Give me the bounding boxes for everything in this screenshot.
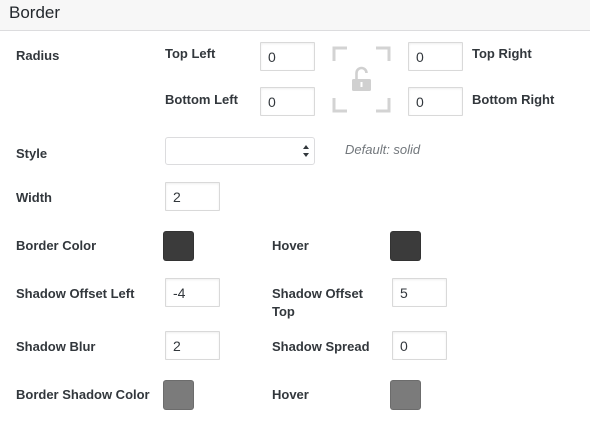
- unlock-icon[interactable]: [332, 46, 391, 113]
- border-shadow-color-hover-label: Hover: [272, 387, 309, 402]
- radius-top-left-input[interactable]: [260, 42, 315, 71]
- border-color-label: Border Color: [16, 238, 97, 253]
- bottom-left-label: Bottom Left: [165, 92, 238, 107]
- radius-label: Radius: [16, 48, 60, 63]
- section-title: Border: [9, 3, 61, 22]
- radius-bottom-right-input[interactable]: [408, 87, 463, 116]
- shadow-blur-input[interactable]: [165, 331, 220, 360]
- shadow-spread-input[interactable]: [392, 331, 447, 360]
- radius-bottom-left-input[interactable]: [260, 87, 315, 116]
- style-label: Style: [16, 146, 48, 161]
- shadow-offset-top-label-line2: Top: [272, 304, 295, 319]
- border-shadow-color-label: Border Shadow Color: [16, 387, 150, 402]
- shadow-spread-label: Shadow Spread: [272, 339, 370, 354]
- border-color-hover-label: Hover: [272, 238, 309, 253]
- shadow-blur-label: Shadow Blur: [16, 339, 96, 354]
- style-select[interactable]: [165, 137, 315, 165]
- border-color-hover-swatch[interactable]: [390, 231, 421, 261]
- select-arrows-icon: [303, 145, 309, 157]
- top-left-label: Top Left: [165, 46, 216, 61]
- shadow-offset-left-label: Shadow Offset Left: [16, 286, 135, 301]
- shadow-offset-top-label: Shadow Offset Top: [272, 285, 363, 321]
- shadow-offset-top-input[interactable]: [392, 278, 447, 307]
- border-shadow-color-hover-swatch[interactable]: [390, 380, 421, 410]
- radius-top-right-input[interactable]: [408, 42, 463, 71]
- bottom-right-label: Bottom Right: [472, 92, 555, 107]
- width-input[interactable]: [165, 182, 220, 211]
- border-shadow-color-swatch[interactable]: [163, 380, 194, 410]
- border-color-swatch[interactable]: [163, 231, 194, 261]
- width-label: Width: [16, 190, 52, 205]
- top-right-label: Top Right: [472, 46, 532, 61]
- shadow-offset-top-label-line1: Shadow Offset: [272, 286, 364, 301]
- style-default-hint: Default: solid: [345, 142, 421, 157]
- shadow-offset-left-input[interactable]: [165, 278, 220, 307]
- section-header: Border: [0, 0, 590, 31]
